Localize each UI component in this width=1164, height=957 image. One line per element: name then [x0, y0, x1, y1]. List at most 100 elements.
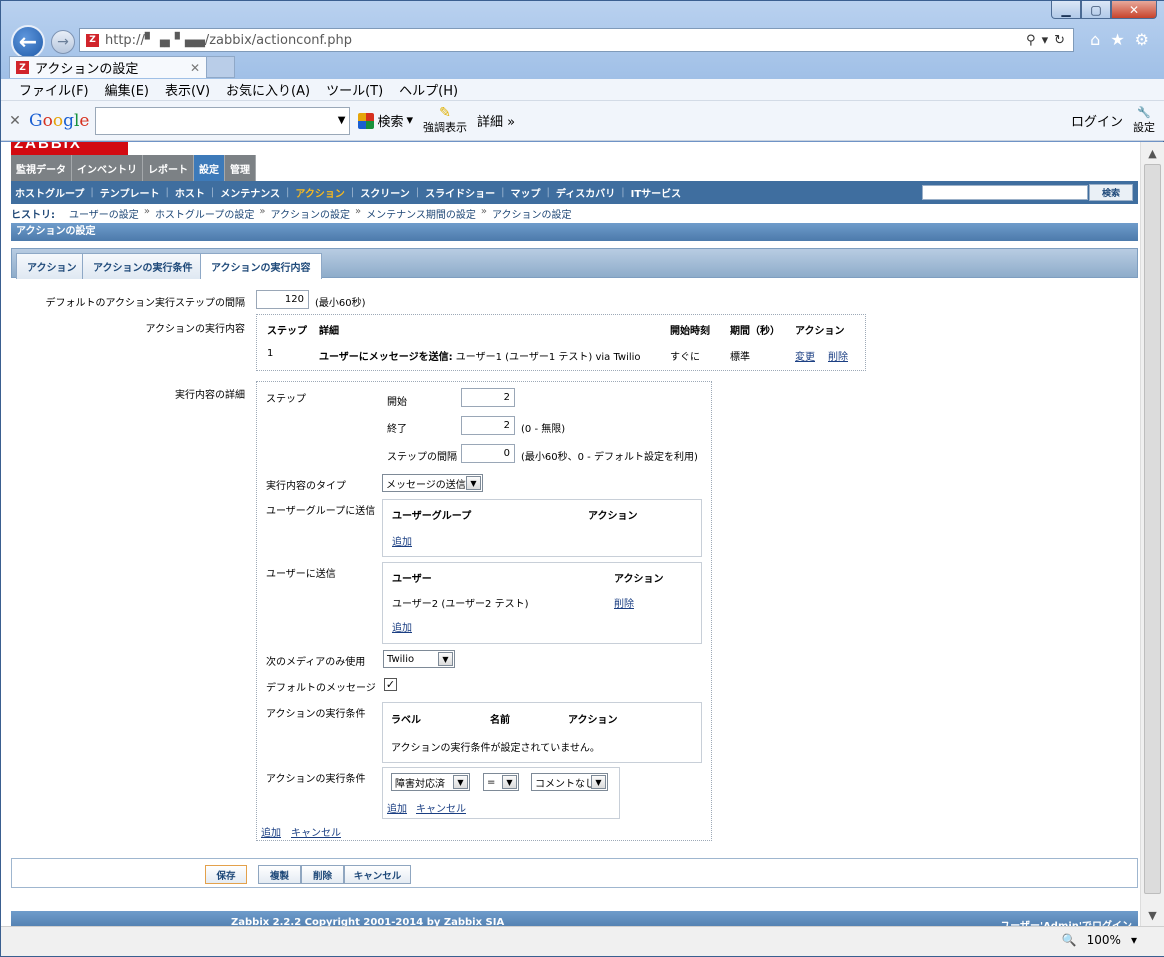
search-button[interactable]: 検索: [1089, 184, 1133, 201]
table-header: 開始時刻: [670, 326, 710, 337]
table-header: アクション: [568, 715, 618, 726]
details-cancel-link[interactable]: キャンセル: [291, 824, 341, 839]
menu-view[interactable]: 表示(V): [157, 80, 218, 99]
op-type-select[interactable]: メッセージの送信 ▼: [382, 474, 483, 492]
save-button[interactable]: 保存: [205, 865, 247, 884]
media-select[interactable]: Twilio ▼: [383, 650, 455, 668]
refresh-icon[interactable]: ↻: [1054, 33, 1065, 48]
highlight-button[interactable]: ✎ 強調表示: [423, 106, 467, 135]
table-header: ラベル: [391, 715, 421, 726]
condition-type-select[interactable]: 障害対応済 ▼: [391, 773, 470, 791]
login-link[interactable]: ログイン: [1071, 111, 1123, 130]
tab-action[interactable]: アクション: [16, 253, 88, 279]
user-delete-link[interactable]: 削除: [614, 595, 634, 610]
browser-tab[interactable]: Z アクションの設定 ✕: [9, 56, 207, 78]
operation-start: すぐに: [670, 352, 700, 363]
history-link[interactable]: アクションの設定: [492, 206, 572, 221]
wrench-icon: 🔧: [1137, 106, 1151, 119]
action-form: アクション アクションの実行条件 アクションの実行内容 デフォルトのアクション実…: [11, 243, 1138, 853]
menu-tools[interactable]: ツール(T): [318, 80, 391, 99]
step-start-input[interactable]: 2: [461, 388, 515, 407]
main-menu-reports[interactable]: レポート: [143, 155, 194, 181]
default-message-checkbox[interactable]: ✓: [384, 678, 397, 691]
maximize-button[interactable]: ▢: [1081, 1, 1111, 19]
page-footer: Zabbix 2.2.2 Copyright 2001-2014 by Zabb…: [11, 911, 1138, 926]
sub-menu-slides[interactable]: スライドショー: [425, 185, 495, 200]
clone-button[interactable]: 複製: [258, 865, 301, 884]
condition-value-select[interactable]: コメントなし ▼: [531, 773, 608, 791]
sub-menu-discovery[interactable]: ディスカバリ: [556, 185, 615, 200]
close-toolbar-icon[interactable]: ✕: [1, 113, 29, 129]
scroll-up-icon[interactable]: ▲: [1141, 142, 1164, 164]
sub-menu-actions[interactable]: アクション: [295, 185, 345, 200]
google-search-input[interactable]: ▼: [95, 106, 351, 135]
tab-conditions[interactable]: アクションの実行条件: [82, 253, 204, 279]
gear-icon[interactable]: ⚙: [1135, 30, 1149, 49]
minimize-button[interactable]: ▁: [1051, 1, 1081, 19]
vertical-scrollbar[interactable]: ▲ ▼: [1140, 142, 1164, 926]
default-step-input[interactable]: 120: [256, 290, 309, 309]
main-menu-inventory[interactable]: インベントリ: [72, 155, 143, 181]
operation-delete-link[interactable]: 削除: [828, 348, 848, 363]
settings-button[interactable]: 🔧 設定: [1133, 106, 1155, 135]
menu-favorites[interactable]: お気に入り(A): [218, 80, 318, 99]
operation-details-panel: ステップ 開始 2 終了 2 (0 - 無限) ステップの間隔 0 (最小60秒…: [256, 381, 712, 841]
back-button[interactable]: ←: [11, 25, 45, 59]
delete-button[interactable]: 削除: [301, 865, 344, 884]
close-tab-icon[interactable]: ✕: [190, 61, 200, 75]
send-users-label: ユーザーに送信: [266, 569, 336, 580]
history-link[interactable]: アクションの設定: [270, 206, 350, 221]
history-link[interactable]: ユーザーの設定: [69, 206, 139, 221]
main-menu-monitoring[interactable]: 監視データ: [11, 155, 72, 181]
condition-operator-select[interactable]: = ▼: [483, 773, 519, 791]
main-menu-configuration[interactable]: 設定: [194, 155, 225, 181]
address-bar[interactable]: Z http://▘▗▖▘▄▄/zabbix/actionconf.php ⚲ …: [79, 28, 1074, 52]
close-window-button[interactable]: ✕: [1111, 1, 1157, 19]
chevron-down-icon: ▾: [406, 113, 414, 128]
user-groups-table: ユーザーグループ アクション 追加: [382, 499, 702, 557]
menu-edit[interactable]: 編集(E): [97, 80, 157, 99]
zabbix-favicon-icon: Z: [16, 61, 29, 74]
google-search-button[interactable]: 検索 ▾: [358, 111, 413, 130]
condition-cancel-link[interactable]: キャンセル: [416, 800, 466, 815]
dropdown-arrow-icon[interactable]: ▾: [1042, 33, 1049, 48]
sub-menu-hosts[interactable]: ホスト: [175, 185, 205, 200]
sub-menu-maps[interactable]: マップ: [511, 185, 541, 200]
cancel-button[interactable]: キャンセル: [344, 865, 411, 884]
search-input[interactable]: [922, 185, 1088, 200]
tab-operations[interactable]: アクションの実行内容: [200, 253, 322, 279]
sub-menu-templates[interactable]: テンプレート: [100, 185, 160, 200]
history-link[interactable]: メンテナンス期間の設定: [366, 206, 476, 221]
zoom-control[interactable]: 🔍 100% ▾: [1062, 933, 1137, 947]
home-icon[interactable]: ⌂: [1090, 30, 1100, 49]
new-tab-button[interactable]: [207, 56, 235, 78]
sub-menu-maintenance[interactable]: メンテナンス: [220, 185, 280, 200]
add-user-link[interactable]: 追加: [392, 619, 412, 634]
scrollbar-thumb[interactable]: [1144, 164, 1161, 894]
sub-menu-itservices[interactable]: ITサービス: [631, 185, 682, 200]
chevron-down-icon[interactable]: ▼: [338, 115, 346, 126]
menu-file[interactable]: ファイル(F): [11, 80, 97, 99]
operation-edit-link[interactable]: 変更: [795, 348, 815, 363]
form-tabs: アクション アクションの実行条件 アクションの実行内容: [11, 248, 1138, 279]
condition-add-link[interactable]: 追加: [387, 800, 407, 815]
operations-table: ステップ 詳細 開始時刻 期間（秒） アクション 1 ユーザーにメッセージを送信…: [256, 314, 866, 371]
sub-menu-hostgroups[interactable]: ホストグループ: [15, 185, 84, 200]
scroll-down-icon[interactable]: ▼: [1141, 904, 1164, 926]
step-interval-input[interactable]: 0: [461, 444, 515, 463]
zoom-level: 100%: [1086, 933, 1121, 947]
search-icon[interactable]: ⚲: [1026, 33, 1036, 48]
step-end-input[interactable]: 2: [461, 416, 515, 435]
more-button[interactable]: 詳細 »: [477, 111, 515, 130]
favorites-star-icon[interactable]: ★: [1110, 30, 1124, 49]
history-link[interactable]: ホストグループの設定: [155, 206, 254, 221]
start-label: 開始: [387, 397, 407, 408]
menu-help[interactable]: ヘルプ(H): [391, 80, 466, 99]
conditions-label: アクションの実行条件: [266, 709, 366, 720]
details-add-link[interactable]: 追加: [261, 824, 281, 839]
main-menu-administration[interactable]: 管理: [225, 155, 256, 181]
forward-button[interactable]: →: [51, 30, 75, 54]
chevron-down-icon: ▼: [453, 775, 468, 789]
add-user-group-link[interactable]: 追加: [392, 533, 412, 548]
sub-menu-screens[interactable]: スクリーン: [360, 185, 410, 200]
